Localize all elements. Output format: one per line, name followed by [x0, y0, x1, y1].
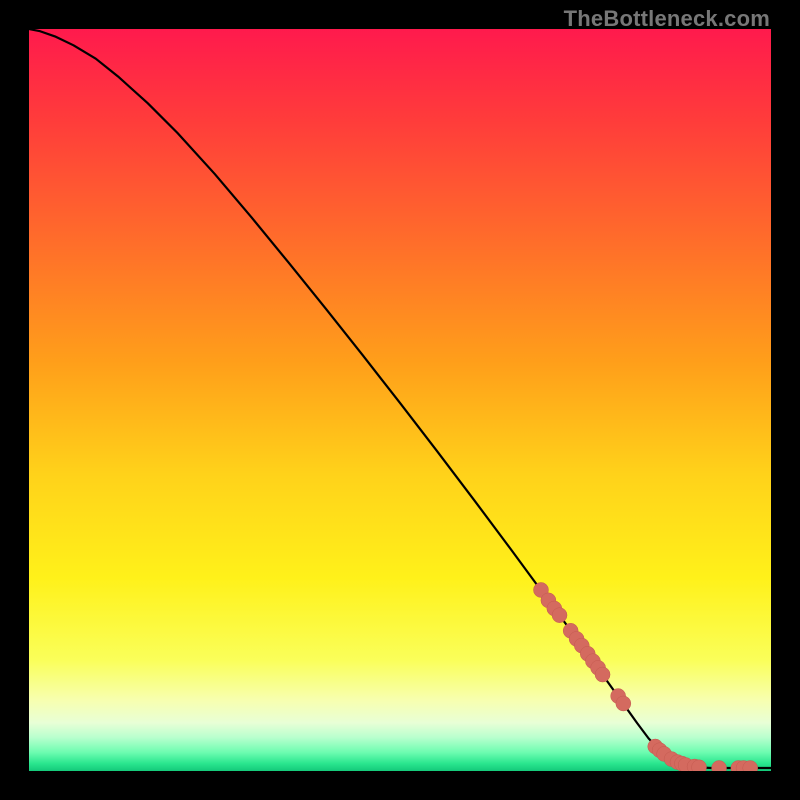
gpu-marker — [616, 696, 631, 711]
marker-group — [533, 582, 757, 771]
gpu-marker — [552, 608, 567, 623]
chart-stage: TheBottleneck.com — [0, 0, 800, 800]
bottleneck-curve — [29, 29, 771, 768]
curve-layer — [29, 29, 771, 771]
gpu-marker — [595, 667, 610, 682]
gpu-marker — [712, 761, 727, 771]
plot-area — [29, 29, 771, 771]
